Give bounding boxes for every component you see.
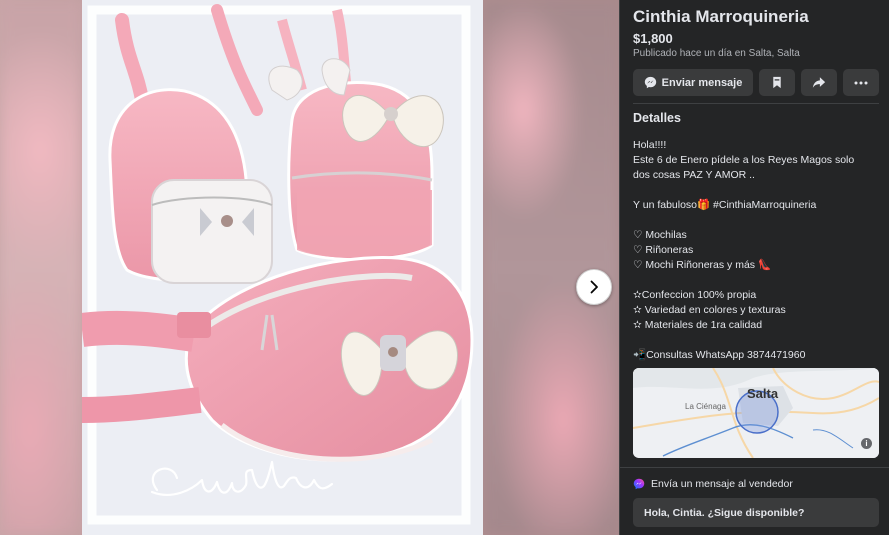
description-line: ♡ Mochilas [633,229,687,241]
description-line: ♡ Mochi Riñoneras y más 👠 [633,259,772,271]
chevron-right-icon [590,280,598,294]
share-button[interactable] [801,69,837,96]
description-line: Y un fabuloso🎁 #CinthiaMarroquineria [633,199,817,211]
details-heading: Detalles [633,111,681,125]
divider [633,103,879,104]
seller-message-label: Envía un mensaje al vendedor [651,478,793,490]
description-line: ✫ Variedad en colores y texturas [633,304,786,316]
description-line [633,333,885,348]
location-map[interactable]: Salta La Ciénaga i [633,368,879,458]
description-line: 📲Consultas WhatsApp 3874471960 [633,349,806,361]
next-photo-button[interactable] [576,269,612,305]
map-area-label: La Ciénaga [685,402,726,411]
send-message-button[interactable]: Enviar mensaje [633,69,753,96]
description-line [633,273,885,288]
blurred-background-left [0,0,82,535]
message-input[interactable] [633,498,879,527]
map-art [633,368,879,458]
share-icon [812,77,826,88]
description-line: dos cosas PAZ Y AMOR .. [633,169,755,181]
listing-info-panel: Cinthia Marroquineria $1,800 Publicado h… [619,0,889,535]
description-line [633,213,885,228]
description-line: ✫Confeccion 100% propia [633,289,757,301]
messenger-icon [644,76,656,89]
listing-description: Hola!!!! Este 6 de Enero pídele a los Re… [633,138,885,363]
description-line [633,183,885,198]
more-options-button[interactable] [843,69,879,96]
product-photo-art [82,0,483,535]
published-info: Publicado hace un día en Salta, Salta [633,48,800,59]
messenger-icon [633,478,645,490]
listing-price: $1,800 [633,31,673,46]
listing-title: Cinthia Marroquineria [633,7,809,26]
photo-viewer [0,0,619,535]
listing-photo [82,0,483,535]
seller-message-header: Envía un mensaje al vendedor [633,478,793,490]
description-line: ✫ Materiales de 1ra calidad [633,319,763,331]
description-line: Hola!!!! [633,139,667,151]
map-city-label: Salta [747,386,779,401]
bookmark-icon [773,76,781,89]
blurred-background-right [483,0,619,535]
more-icon [854,81,868,84]
description-line: Este 6 de Enero pídele a los Reyes Magos… [633,154,855,166]
info-icon[interactable]: i [861,438,872,449]
send-message-label: Enviar mensaje [661,76,743,89]
description-line: ♡ Riñoneras [633,244,694,256]
save-button[interactable] [759,69,795,96]
divider [620,467,889,468]
